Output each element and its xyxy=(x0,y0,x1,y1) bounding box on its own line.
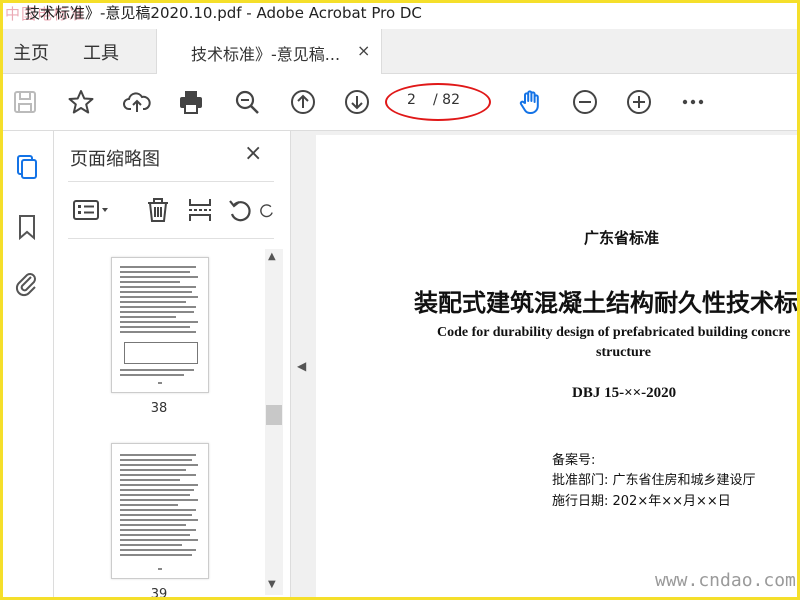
thumbnail-39-label: 39 xyxy=(150,587,168,597)
hand-icon xyxy=(519,90,539,114)
bookmark-star-button[interactable] xyxy=(65,86,97,118)
panel-toolbar xyxy=(68,181,274,239)
document-view[interactable]: 广东省标准 装配式建筑混凝土结构耐久性技术标 Code for durabili… xyxy=(313,131,797,597)
delete-page-button[interactable] xyxy=(142,194,174,226)
magnifier-icon xyxy=(235,90,259,114)
panel-splitter[interactable]: ◀ xyxy=(290,131,314,597)
print-button[interactable] xyxy=(175,86,207,118)
arrow-up-circle-icon xyxy=(291,90,315,114)
toolbar: 2 / 82 xyxy=(3,74,797,131)
page-number-box[interactable]: 2 / 82 xyxy=(385,83,491,121)
title-bar: 中国电标准 技术标准》-意见稿2020.10.pdf - Adobe Acrob… xyxy=(3,3,797,29)
next-page-button[interactable] xyxy=(341,86,373,118)
tab-tools[interactable]: 工具 xyxy=(83,39,119,65)
rotate-icon xyxy=(229,200,251,222)
list-options-icon xyxy=(73,200,108,220)
previous-page-button[interactable] xyxy=(287,86,319,118)
printer-icon xyxy=(180,91,202,114)
tab-home[interactable]: 主页 xyxy=(13,39,49,65)
close-tab-icon[interactable]: × xyxy=(357,41,370,60)
navigation-rail xyxy=(3,131,54,597)
page-thumbnail-38[interactable] xyxy=(111,257,209,393)
panel-title: 页面缩略图 xyxy=(70,149,160,170)
arrow-down-circle-icon xyxy=(345,90,369,114)
tab-document-label: 技术标准》-意见稿... xyxy=(191,45,341,64)
trash-icon xyxy=(148,198,168,222)
minus-circle-icon xyxy=(573,90,597,114)
rotate-page-button[interactable] xyxy=(224,194,256,226)
thumbnail-options-button[interactable] xyxy=(70,194,114,226)
plus-circle-icon xyxy=(627,90,651,114)
hand-tool-button[interactable] xyxy=(515,86,547,118)
insert-pages-icon xyxy=(189,199,211,221)
thumbnails-scrollbar[interactable]: ▲ ▼ xyxy=(265,249,283,595)
doc-title-en-line2: structure xyxy=(596,345,651,360)
zoom-in-button[interactable] xyxy=(623,86,655,118)
doc-title-en-line1: Code for durability design of prefabrica… xyxy=(437,325,791,340)
scroll-up-icon[interactable]: ▲ xyxy=(268,251,276,262)
more-tools-button[interactable] xyxy=(677,86,709,118)
document-page: 广东省标准 装配式建筑混凝土结构耐久性技术标 Code for durabili… xyxy=(316,135,797,597)
page-thumbnails-button[interactable] xyxy=(11,151,43,183)
doc-title-cn: 装配式建筑混凝土结构耐久性技术标 xyxy=(414,289,797,317)
scrollbar-thumb[interactable] xyxy=(266,405,282,425)
attachments-button[interactable] xyxy=(11,267,43,299)
ellipsis-icon xyxy=(682,99,704,105)
cloud-upload-icon xyxy=(123,92,151,112)
collapse-panel-icon[interactable]: ◀ xyxy=(297,359,306,373)
doc-org: 广东省标准 xyxy=(584,229,660,247)
scroll-down-icon[interactable]: ▼ xyxy=(268,579,276,590)
zoom-search-button[interactable] xyxy=(231,86,263,118)
rotate-clockwise-button[interactable] xyxy=(258,194,276,226)
save-icon xyxy=(14,91,36,113)
doc-code: DBJ 15-××-2020 xyxy=(572,385,677,401)
doc-effective-date: 施行日期: 202×年××月××日 xyxy=(552,494,731,509)
insert-page-button[interactable] xyxy=(184,194,216,226)
paperclip-icon xyxy=(15,273,36,297)
red-highlight-oval xyxy=(385,83,491,121)
zoom-out-button[interactable] xyxy=(569,86,601,118)
star-icon xyxy=(68,90,94,114)
tab-bar: 主页 工具 技术标准》-意见稿... × xyxy=(3,29,797,74)
upload-cloud-button[interactable] xyxy=(121,86,153,118)
page-thumbnails-panel: 页面缩略图 × 38 39 ▲ ▼ xyxy=(54,131,290,597)
save-button[interactable] xyxy=(9,86,41,118)
doc-record-no: 备案号: xyxy=(552,453,596,468)
pages-icon xyxy=(17,155,37,179)
doc-approved-by: 批准部门: 广东省住房和城乡建设厅 xyxy=(552,473,756,488)
tab-document[interactable]: 技术标准》-意见稿... × xyxy=(156,29,382,74)
site-watermark: www.cndao.com xyxy=(655,570,796,591)
close-panel-icon[interactable]: × xyxy=(244,141,262,166)
bookmarks-button[interactable] xyxy=(11,211,43,243)
page-thumbnail-39[interactable] xyxy=(111,443,209,579)
bookmark-icon xyxy=(19,215,35,241)
thumbnail-38-label: 38 xyxy=(150,401,168,416)
window-title: 技术标准》-意见稿2020.10.pdf - Adobe Acrobat Pro… xyxy=(25,4,422,22)
acrobat-window: 中国电标准 技术标准》-意见稿2020.10.pdf - Adobe Acrob… xyxy=(3,3,797,597)
rotate-clockwise-icon xyxy=(260,204,273,218)
